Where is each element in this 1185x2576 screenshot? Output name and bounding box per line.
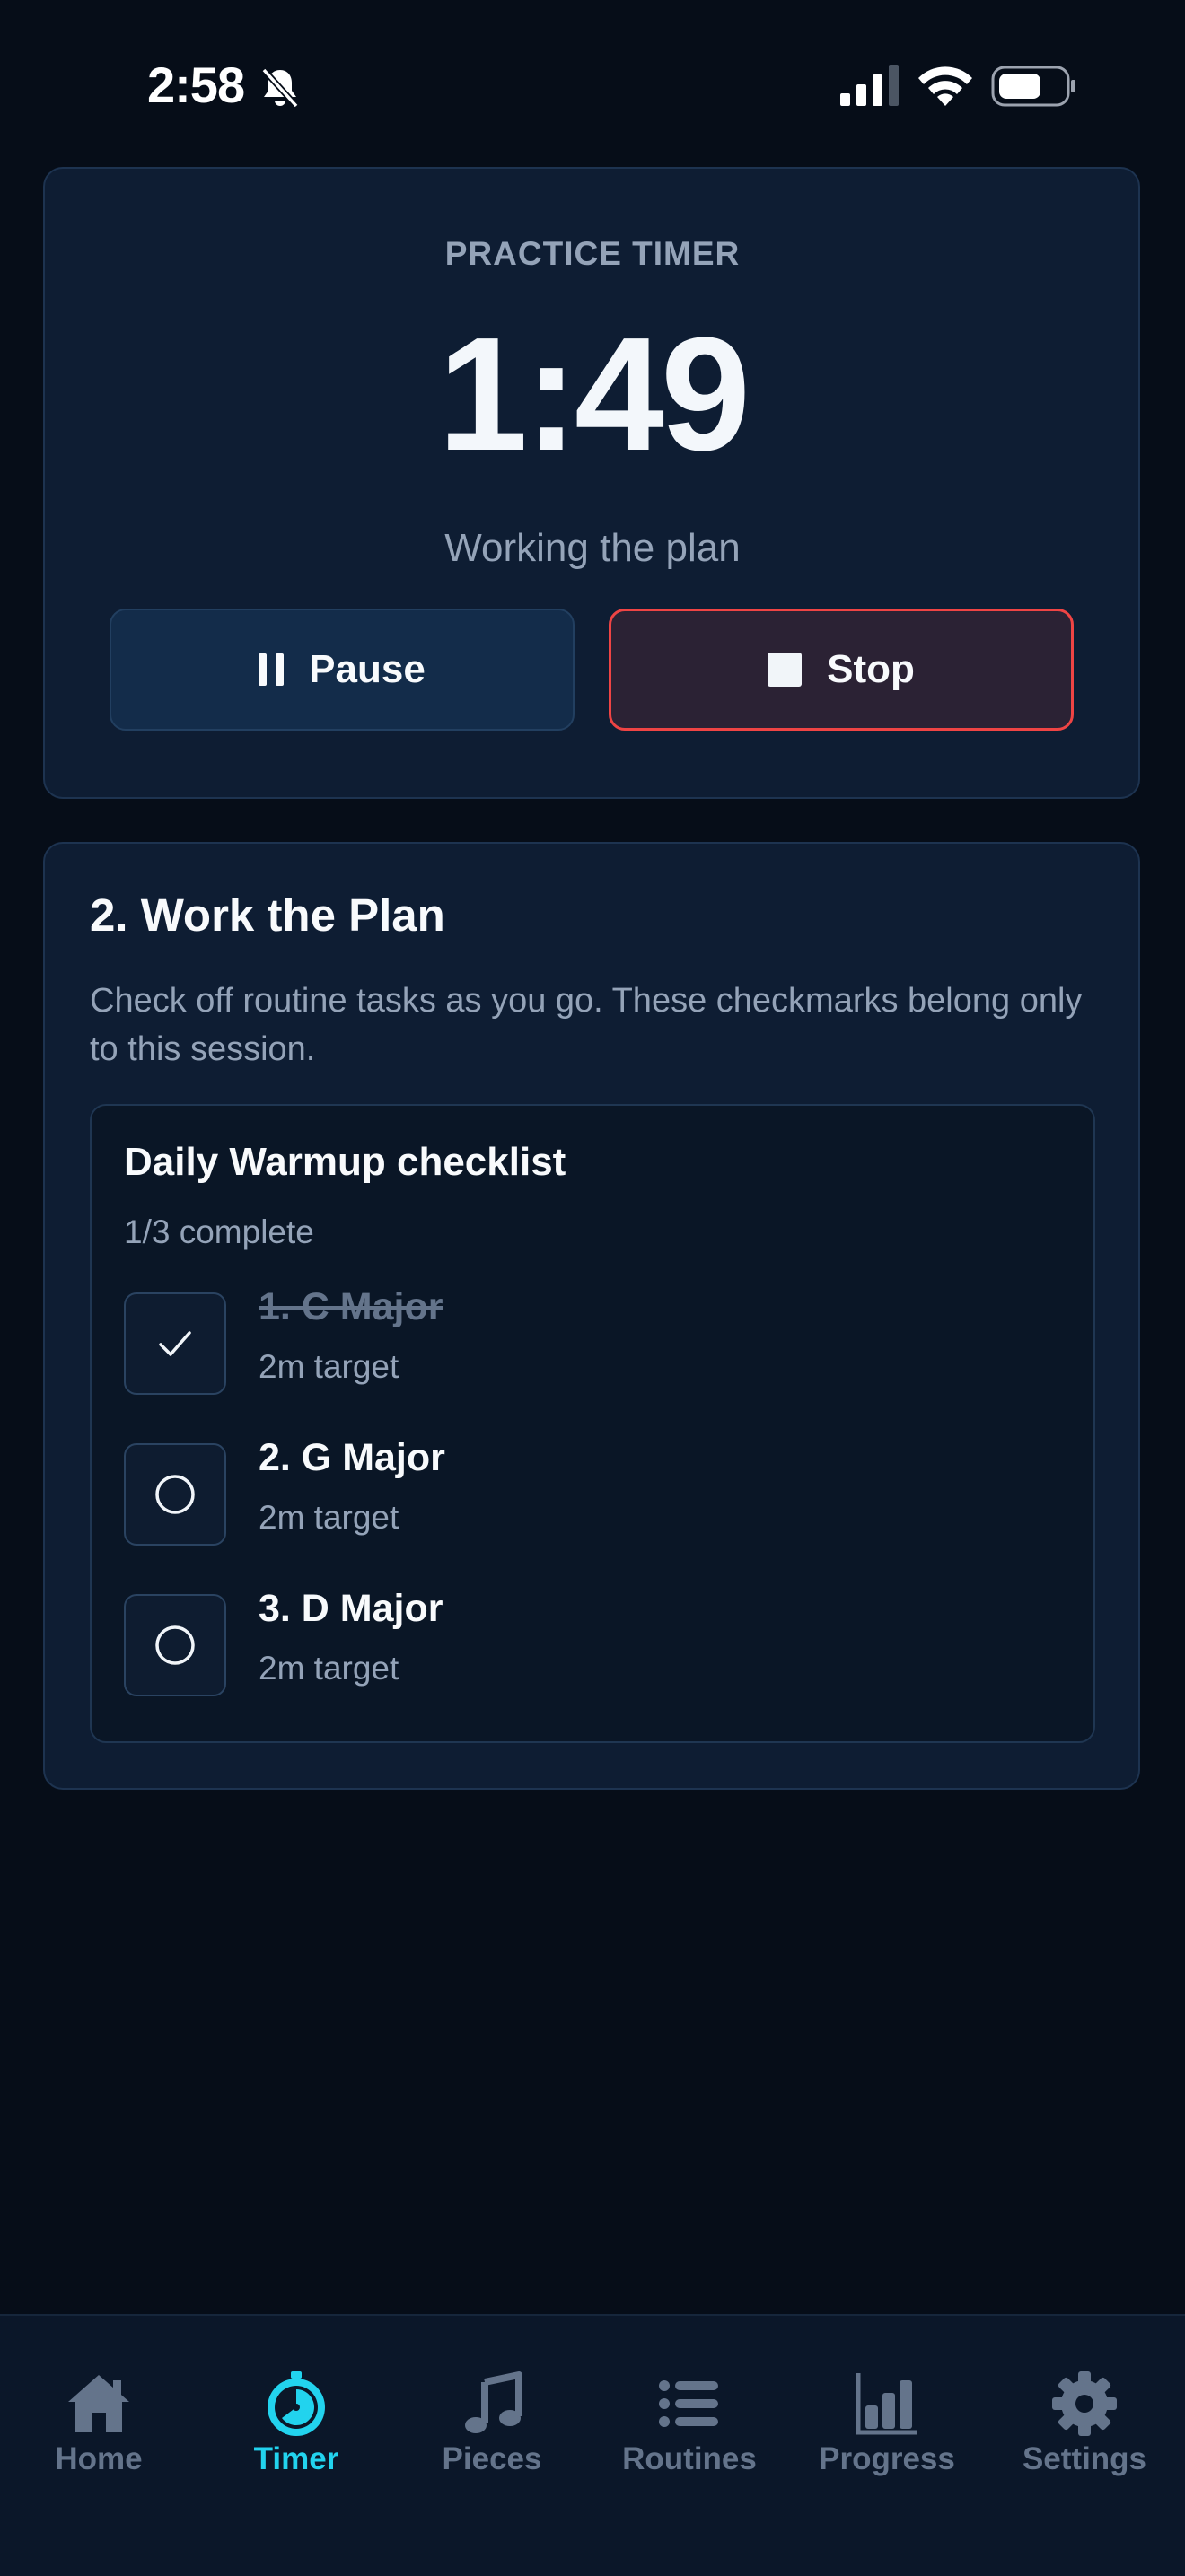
checklist-item[interactable]: 2. G Major 2m target: [124, 1436, 1058, 1547]
tab-progress[interactable]: Progress: [797, 2370, 977, 2477]
tab-timer[interactable]: Timer: [206, 2370, 386, 2477]
tab-label: Progress: [819, 2441, 955, 2476]
empty-circle-icon: [155, 1625, 195, 1665]
tab-settings[interactable]: Settings: [995, 2370, 1174, 2477]
tab-pieces[interactable]: Pieces: [402, 2370, 582, 2477]
task-checkbox[interactable]: [124, 1443, 226, 1546]
timer-label: PRACTICE TIMER: [444, 235, 741, 272]
task-checkbox[interactable]: [124, 1292, 226, 1395]
timer-icon: [268, 2371, 325, 2436]
cellular-signal-icon: [840, 65, 899, 106]
status-bar: 2:58: [0, 0, 1185, 171]
section-description: Check off routine tasks as you go. These…: [90, 982, 1083, 1068]
task-target: 2m target: [259, 1650, 399, 1687]
checklist-item[interactable]: 1. C Major 2m target: [124, 1285, 1058, 1397]
bell-muted-icon: [261, 67, 299, 109]
task-name: 3. D Major: [259, 1587, 443, 1630]
checklist-title: Daily Warmup checklist: [124, 1140, 566, 1184]
gear-icon: [1052, 2371, 1117, 2436]
task-name: 1. C Major: [259, 1285, 443, 1328]
tab-routines[interactable]: Routines: [600, 2370, 779, 2477]
section-title: 2. Work the Plan: [90, 889, 445, 941]
pause-button[interactable]: Pause: [110, 609, 575, 731]
checkmark-icon: [159, 1331, 191, 1356]
music-note-icon: [465, 2371, 522, 2433]
tab-home[interactable]: Home: [9, 2370, 189, 2477]
stop-button-label: Stop: [827, 647, 915, 691]
task-target: 2m target: [259, 1348, 399, 1385]
pause-icon: [259, 653, 285, 686]
bar-chart-icon: [856, 2373, 917, 2435]
task-name: 2. G Major: [259, 1436, 445, 1479]
tab-label: Home: [55, 2441, 143, 2476]
list-icon: [659, 2380, 718, 2427]
checklist-item[interactable]: 3. D Major 2m target: [124, 1587, 1058, 1698]
battery-icon: [991, 66, 1075, 107]
tab-label: Timer: [253, 2441, 339, 2476]
timer-status: Working the plan: [444, 526, 741, 570]
stop-icon: [768, 653, 803, 687]
tab-bar: Home Timer Pieces Routines Progress Sett…: [0, 2314, 1185, 2576]
task-target: 2m target: [259, 1499, 399, 1536]
empty-circle-icon: [155, 1475, 195, 1514]
home-icon: [68, 2375, 129, 2432]
tab-label: Pieces: [442, 2441, 542, 2476]
stop-button[interactable]: Stop: [609, 609, 1074, 731]
tab-label: Routines: [622, 2441, 757, 2476]
pause-button-label: Pause: [309, 647, 426, 691]
timer-display: 1:49: [437, 304, 750, 485]
tab-label: Settings: [1022, 2441, 1147, 2476]
status-time: 2:58: [147, 57, 245, 113]
task-checkbox[interactable]: [124, 1594, 226, 1696]
checklist-progress: 1/3 complete: [124, 1214, 314, 1250]
wifi-icon: [918, 66, 972, 106]
